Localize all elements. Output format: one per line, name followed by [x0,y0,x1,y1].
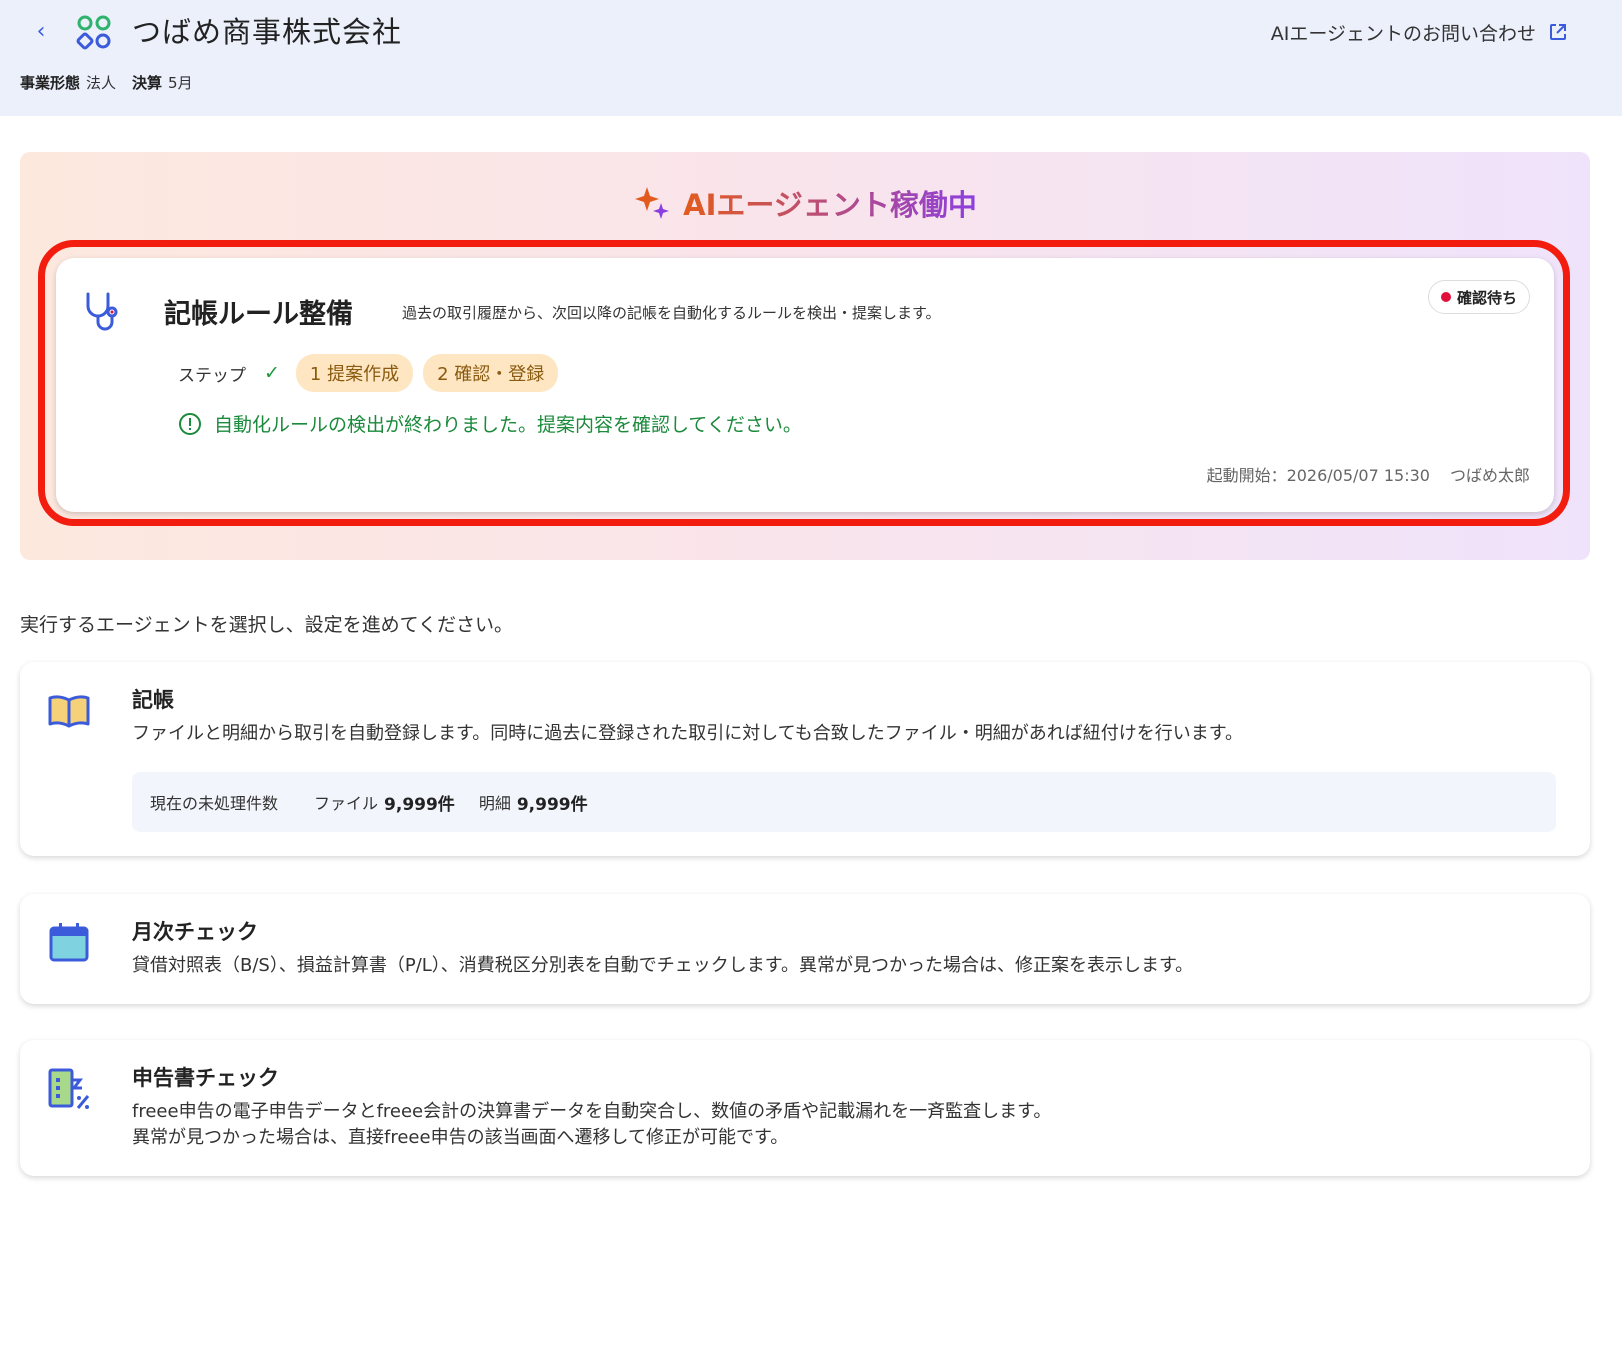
status-label: 確認待ち [1456,288,1517,307]
meta-fiscal-month: 決算 5月 [132,74,193,92]
status-badge: 確認待ち [1427,280,1530,314]
task-description: 過去の取引履歴から、次回以降の記帳を自動化するルールを検出・提案します。 [402,304,941,322]
document-percent-icon [48,1068,90,1109]
task-card[interactable]: 記帳ルール整備 過去の取引履歴から、次回以降の記帳を自動化するルールを検出・提案… [56,258,1554,512]
agent-card-bookkeeping[interactable]: 記帳 ファイルと明細から取引を自動登録します。同時に過去に登録された取引に対して… [20,662,1590,856]
started-user: つばめ太郎 [1449,466,1530,485]
status-dot [1440,292,1451,302]
contact-link[interactable]: AIエージェントのお問い合わせ [1271,16,1568,48]
meta-business-type: 事業形態 法人 [20,74,117,92]
notice-text: 自動化ルールの検出が終わりました。提案内容を確認してください。 [214,414,802,436]
calendar-icon [49,923,89,962]
step-pill-1: 1 提案作成 [295,354,414,392]
completion-notice: 自動化ルールの検出が終わりました。提案内容を確認してください。 [178,410,802,437]
step-pill-2: 2 確認・登録 [423,354,559,392]
company-logo-icon [76,15,111,50]
external-link-icon [1550,24,1566,40]
agent-card-title: 申告書チェック [132,1066,279,1090]
agent-running-title: AIエージェント稼働中 [20,182,1590,224]
agent-card-monthly-check[interactable]: 月次チェック 貸借対照表（B/S）、損益計算書（P/L）、消費税区分別表を自動で… [20,894,1590,1004]
pending-count-box: 現在の未処理件数 ファイル 9,999件 明細 9,999件 [132,772,1556,832]
pending-file-label: ファイル [314,794,379,813]
step-indicator: ステップ ✓ 1 提案作成 2 確認・登録 [178,354,559,392]
task-title: 記帳ルール整備 [164,299,353,330]
pending-file-value: 9,999件 [384,794,455,815]
agent-card-title: 記帳 [132,688,174,712]
sparkle-icon [635,187,670,219]
stethoscope-icon [86,292,118,331]
agent-card-title: 月次チェック [132,920,258,944]
agent-card-description: 貸借対照表（B/S）、損益計算書（P/L）、消費税区分別表を自動でチェックします… [132,955,1194,976]
back-chevron-icon[interactable]: ‹ [30,18,52,46]
info-circle-icon [179,412,201,435]
instruction-text: 実行するエージェントを選択し、設定を進めてください。 [20,614,514,636]
book-icon [48,695,90,728]
steps-label: ステップ [178,365,246,386]
company-name: つばめ商事株式会社 [132,15,403,49]
agent-card-description-line1: freee申告の電子申告データとfreee会計の決算書データを自動突合し、数値の… [132,1101,1052,1122]
pending-detail-value: 9,999件 [516,794,588,815]
header: ‹ つばめ商事株式会社 AIエージェントのお問い合わせ 事業形態 法人 決算 5月 [0,0,1622,116]
started-time: 起動開始：2026/05/07 15:30 [1206,466,1430,485]
check-icon: ✓ [264,362,280,384]
contact-label: AIエージェントのお問い合わせ [1270,22,1536,45]
pending-label: 現在の未処理件数 [150,794,279,813]
started-info: 起動開始：2026/05/07 15:30 つばめ太郎 [1207,462,1530,486]
agent-card-tax-return-check[interactable]: 申告書チェック freee申告の電子申告データとfreee会計の決算書データを自… [20,1040,1590,1176]
agent-card-description: ファイルと明細から取引を自動登録します。同時に過去に登録された取引に対しても合致… [132,723,1243,744]
company-meta: 事業形態 法人 決算 5月 [20,72,193,93]
pending-detail-label: 明細 [478,794,511,813]
agent-card-description-line2: 異常が見つかった場合は、直接freee申告の該当画面へ遷移して修正が可能です。 [132,1127,789,1148]
